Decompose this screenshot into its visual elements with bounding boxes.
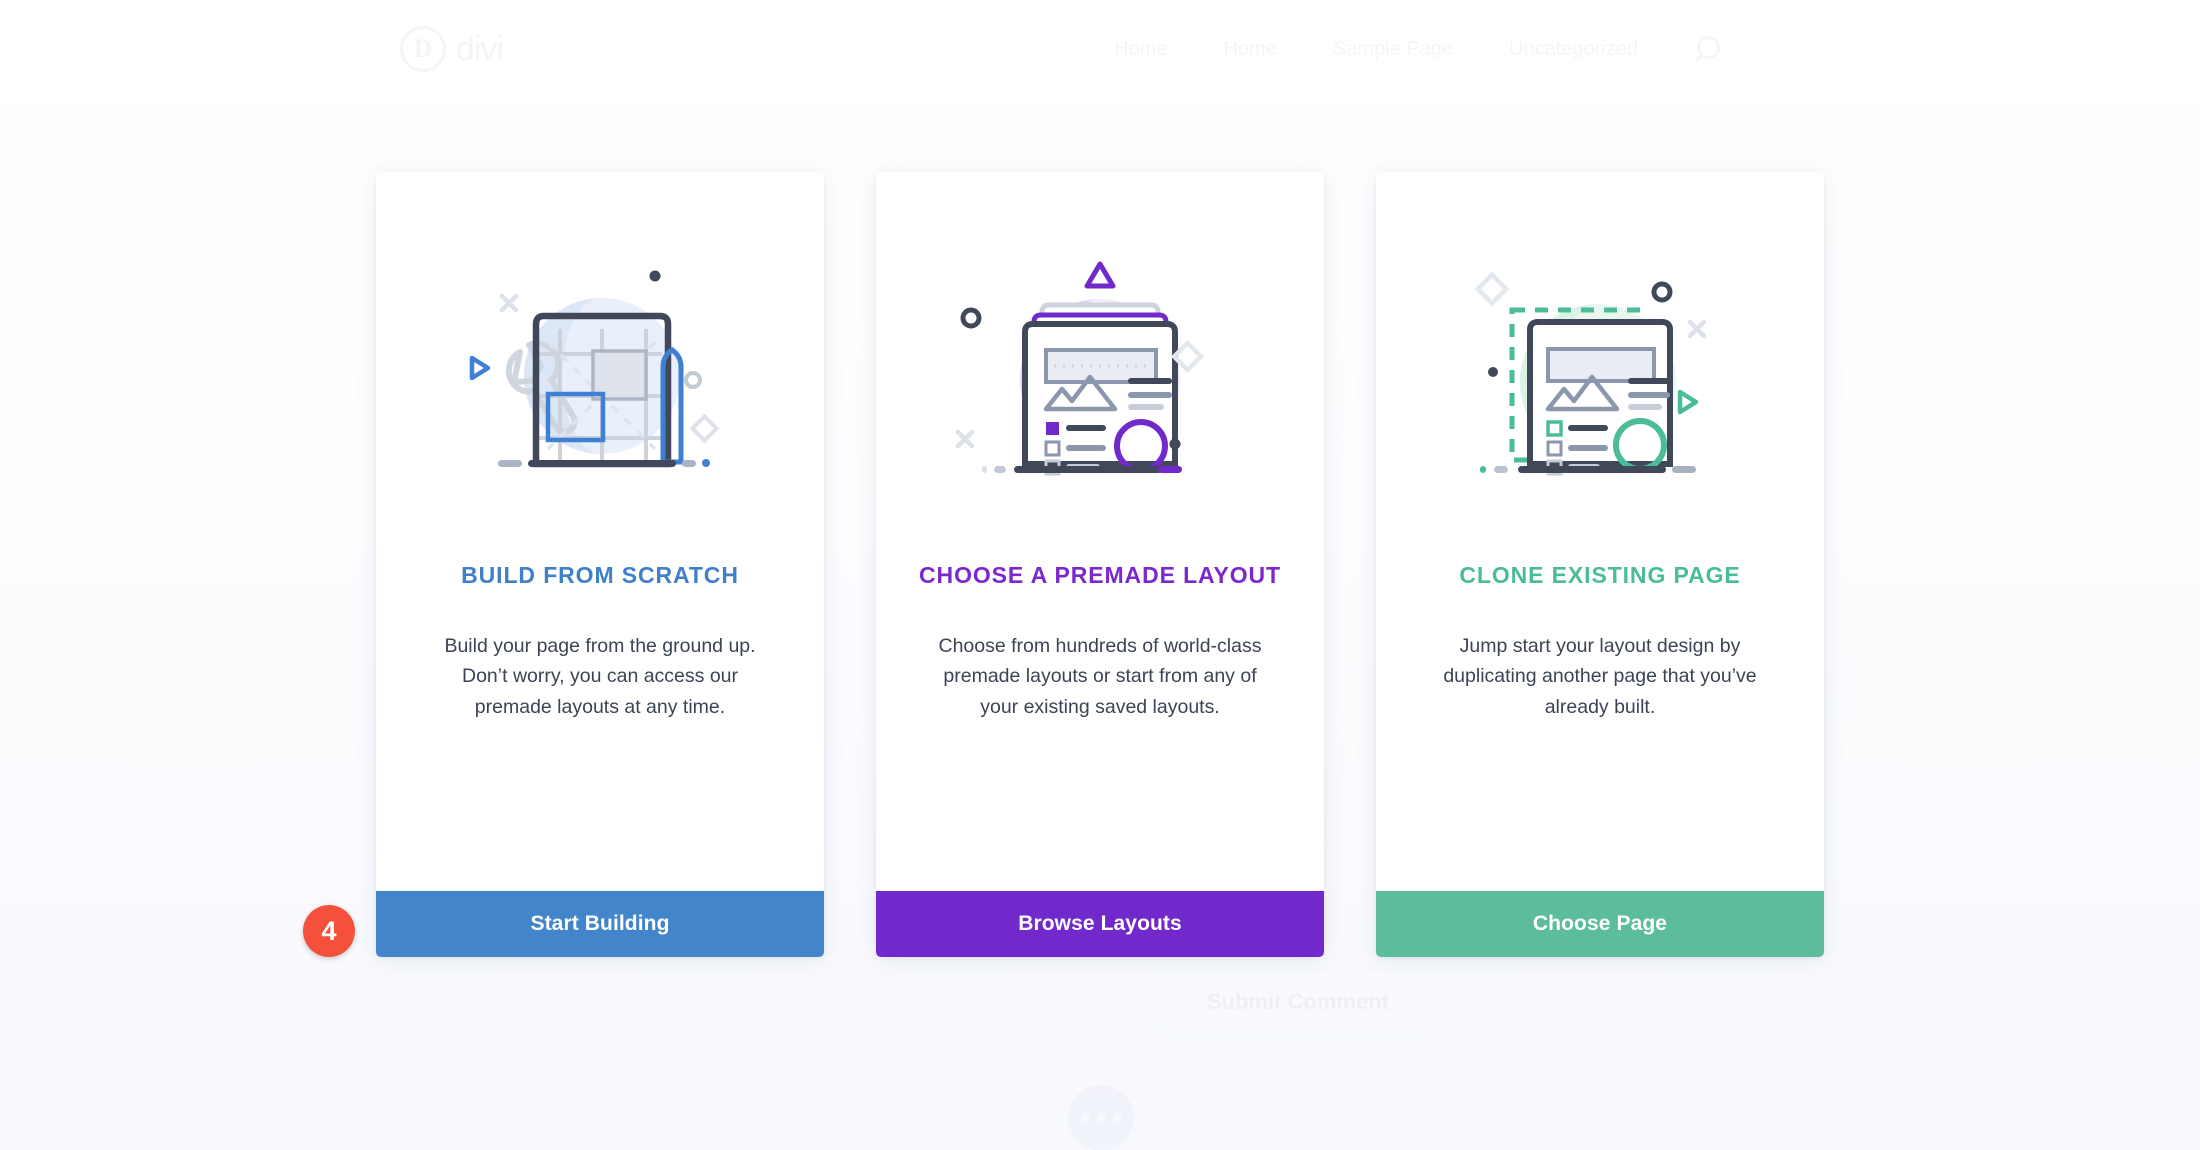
floating-menu-button[interactable] <box>1068 1085 1134 1150</box>
site-header: D divi Home Home Sample Page Uncategoriz… <box>0 0 2200 98</box>
card-choose-premade-layout[interactable]: CHOOSE A PREMADE LAYOUT Choose from hund… <box>876 172 1324 957</box>
duplicate-page-dashed-outline-icon <box>1474 271 1707 476</box>
card-title-build-from-scratch: BUILD FROM SCRATCH <box>461 562 739 588</box>
nav-link-home-2[interactable]: Home <box>1224 38 1277 61</box>
nav-link-uncategorized[interactable]: Uncategorized <box>1509 38 1638 61</box>
card-description-build-from-scratch: Build your page from the ground up. Don’… <box>444 635 756 718</box>
card-build-from-scratch[interactable]: BUILD FROM SCRATCH Build your page from … <box>376 172 824 957</box>
ellipsis-dot-1 <box>1081 1114 1090 1123</box>
ellipsis-dot-2 <box>1097 1114 1106 1123</box>
stacked-layout-pages-icon <box>955 261 1205 476</box>
page-creation-options: BUILD FROM SCRATCH Build your page from … <box>0 172 2200 957</box>
build-from-scratch-illustration <box>376 214 824 544</box>
nav-link-home-1[interactable]: Home <box>1114 38 1167 61</box>
ellipsis-dot-3 <box>1113 1114 1122 1123</box>
search-icon[interactable] <box>1694 36 1720 62</box>
site-logo-text: divi <box>456 30 504 69</box>
submit-comment-button[interactable]: Submit Comment <box>1162 968 1434 1036</box>
card-description-clone-existing-page: Jump start your layout design by duplica… <box>1443 635 1757 718</box>
clone-existing-page-illustration <box>1376 214 1824 544</box>
step-badge: 4 <box>303 905 355 957</box>
card-description-choose-premade-layout: Choose from hundreds of world-class prem… <box>938 635 1262 718</box>
choose-page-button[interactable]: Choose Page <box>1376 891 1824 957</box>
card-title-choose-premade-layout: CHOOSE A PREMADE LAYOUT <box>919 562 1281 588</box>
card-title-clone-existing-page: CLONE EXISTING PAGE <box>1459 562 1741 588</box>
nav-link-sample-page[interactable]: Sample Page <box>1333 38 1453 61</box>
site-navigation[interactable]: Home Home Sample Page Uncategorized <box>1114 36 1720 62</box>
start-building-button[interactable]: Start Building <box>376 891 824 957</box>
divi-logo-icon: D <box>400 26 446 72</box>
wireframe-grid-pencil-icon <box>469 270 720 468</box>
choose-premade-layout-illustration <box>876 214 1324 544</box>
site-logo[interactable]: D divi <box>400 26 504 72</box>
card-clone-existing-page[interactable]: CLONE EXISTING PAGE Jump start your layo… <box>1376 172 1824 957</box>
browse-layouts-button[interactable]: Browse Layouts <box>876 891 1324 957</box>
